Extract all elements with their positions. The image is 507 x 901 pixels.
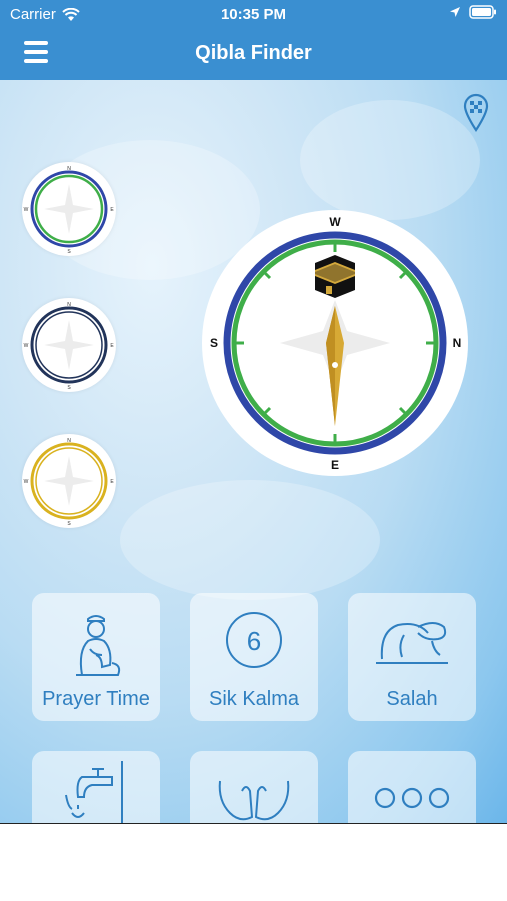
tile-sik-kalma[interactable]: 6 Sik Kalma: [190, 593, 318, 721]
svg-text:N: N: [67, 302, 71, 308]
tile-label: Salah: [386, 688, 438, 710]
svg-text:W: W: [24, 207, 29, 213]
svg-text:W: W: [24, 479, 29, 485]
compass-east-label: E: [331, 458, 339, 472]
svg-text:E: E: [110, 479, 114, 485]
qibla-compass: W E S N: [202, 210, 468, 476]
page-title: Qibla Finder: [195, 42, 312, 64]
svg-text:S: S: [67, 385, 71, 391]
svg-text:E: E: [110, 207, 114, 213]
status-time: 10:35 PM: [220, 6, 287, 23]
svg-text:S: S: [67, 249, 71, 255]
compass-style-navy[interactable]: N S W E: [22, 298, 116, 392]
kaaba-icon: [315, 255, 355, 298]
compass-thumb-icon: N S W E: [24, 302, 115, 391]
background-texture: [300, 100, 480, 220]
bottom-area: [0, 823, 507, 901]
tile-prayer-time[interactable]: Prayer Time: [32, 593, 160, 721]
svg-text:6: 6: [247, 626, 261, 656]
compass-style-gold[interactable]: N S W E: [22, 434, 116, 528]
svg-text:E: E: [110, 343, 114, 349]
compass-style-green-blue[interactable]: N S W E: [22, 162, 116, 256]
svg-text:N: N: [67, 166, 71, 172]
compass-dial: W E S N: [210, 215, 462, 472]
svg-text:N: N: [67, 438, 71, 444]
location-arrow-icon: [450, 7, 460, 17]
location-pin-icon[interactable]: [462, 92, 490, 132]
compass-north-label: N: [453, 336, 462, 350]
tile-label: Sik Kalma: [208, 688, 300, 710]
tile-label: Prayer Time: [42, 688, 150, 710]
compass-south-label: S: [210, 336, 218, 350]
background-texture: [120, 480, 380, 600]
status-right: [449, 5, 497, 19]
compass-thumb-icon: N S W E: [24, 438, 115, 527]
compass-thumb-icon: N S W E: [24, 166, 115, 255]
tile-salah[interactable]: Salah: [348, 593, 476, 721]
battery-icon: [469, 5, 496, 19]
status-bar: Carrier 10:35 PM: [0, 0, 507, 28]
compass-west-label: W: [329, 215, 341, 229]
nav-bar: Qibla Finder: [0, 28, 507, 80]
svg-text:S: S: [67, 521, 71, 527]
svg-text:W: W: [24, 343, 29, 349]
